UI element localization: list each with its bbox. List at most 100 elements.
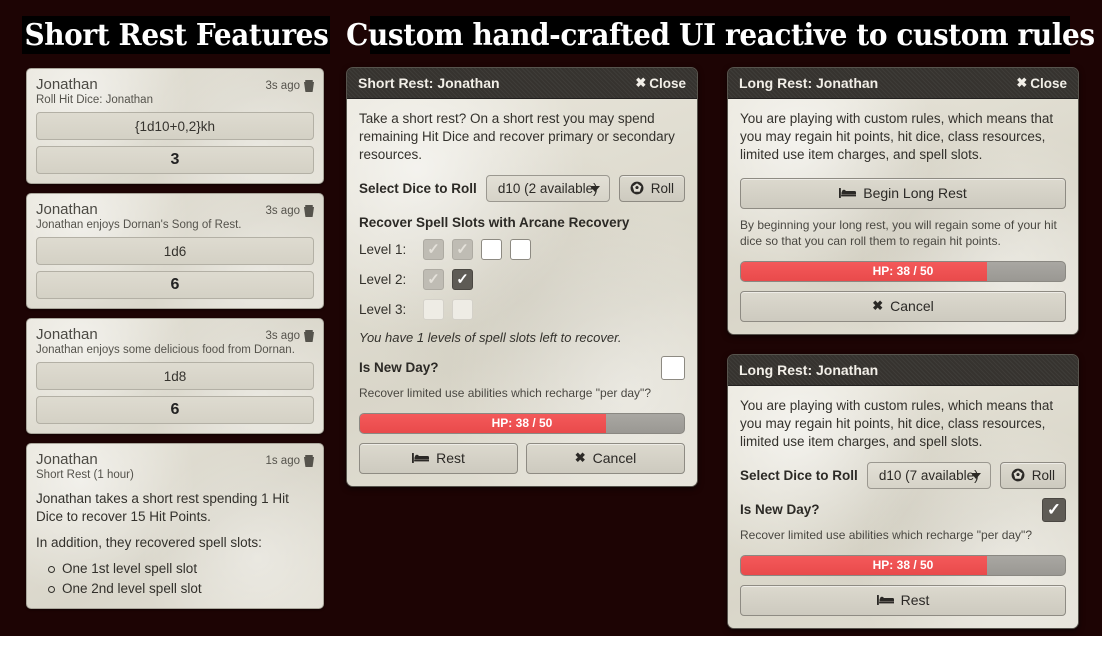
bed-icon: [412, 453, 430, 464]
slot-row-level-1: Level 1: ✓ ✓ ✓ ✓: [359, 238, 685, 260]
begin-long-rest-label: Begin Long Rest: [863, 185, 967, 202]
close-label: Close: [649, 75, 686, 91]
hp-bar: HP: 38 / 50: [740, 260, 1066, 282]
card-formula: 1d6: [36, 237, 314, 265]
card-timestamp: 3s ago: [265, 205, 300, 217]
new-day-row: Is New Day? ✓: [359, 355, 685, 380]
card-author: Jonathan: [36, 326, 98, 343]
new-day-row: Is New Day? ✓: [740, 497, 1066, 522]
close-icon: ✖: [1016, 75, 1028, 90]
begin-long-rest-row: Begin Long Rest: [740, 177, 1066, 209]
slot-row-label: Level 2:: [359, 271, 407, 287]
close-button[interactable]: ✖ Close: [1016, 75, 1067, 91]
card-timestamp: 1s ago: [265, 455, 300, 467]
slot-row-level-2: Level 2: ✓ ✓: [359, 268, 685, 290]
begin-long-rest-button[interactable]: Begin Long Rest: [740, 177, 1066, 209]
bed-icon: [839, 188, 857, 199]
feature-card: Jonathan 3s ago Jonathan enjoys some del…: [26, 318, 324, 434]
dialog-actions: Rest: [740, 584, 1066, 616]
close-label: Close: [1030, 75, 1067, 91]
dialog-body: You are playing with custom rules, which…: [728, 386, 1078, 628]
card-author: Jonathan: [36, 76, 98, 93]
new-day-checkbox[interactable]: ✓: [661, 355, 685, 380]
card-timestamp: 3s ago: [265, 330, 300, 342]
dice-select[interactable]: d10 (2 available): [485, 174, 610, 202]
card-meta: 1s ago: [265, 455, 314, 467]
cancel-button[interactable]: ✖ Cancel: [740, 290, 1066, 322]
new-day-note: Recover limited use abilities which rech…: [359, 385, 651, 400]
heading-right-text: Custom hand-crafted UI reactive to custo…: [345, 17, 1095, 53]
heading-left-text: Short Rest Features: [24, 17, 328, 53]
recovered-slot-list: One 1st level spell slot One 2nd level s…: [42, 559, 314, 598]
feature-card-list: Jonathan 3s ago Roll Hit Dice: Jonathan …: [26, 68, 324, 618]
dialog-titlebar: Long Rest: Jonathan: [728, 355, 1078, 386]
trash-icon[interactable]: [304, 205, 314, 217]
new-day-label: Is New Day?: [740, 502, 820, 518]
dialog-title: Short Rest: Jonathan: [358, 75, 500, 91]
card-header: Jonathan 3s ago: [36, 326, 314, 343]
roll-button[interactable]: Roll: [999, 461, 1066, 489]
card-header: Jonathan 3s ago: [36, 76, 314, 93]
card-timestamp: 3s ago: [265, 80, 300, 92]
card-result: 3: [36, 146, 314, 174]
rest-button[interactable]: Rest: [740, 584, 1066, 616]
cancel-button[interactable]: ✖ Cancel: [526, 442, 685, 474]
chevron-down-icon: [589, 186, 600, 193]
summary-paragraph-1: Jonathan takes a short rest spending 1 H…: [36, 491, 289, 524]
bed-icon: [876, 595, 894, 606]
spell-slot-checkbox[interactable]: ✓: [423, 268, 444, 290]
long-rest-roll-dialog: Long Rest: Jonathan You are playing with…: [727, 354, 1079, 629]
spell-slot-checkbox[interactable]: ✓: [452, 268, 473, 290]
card-header: Jonathan 3s ago: [36, 201, 314, 218]
dice-icon: [1011, 468, 1025, 482]
new-day-checkbox[interactable]: ✓: [1042, 497, 1066, 522]
dialog-actions: ✖ Cancel: [740, 290, 1066, 322]
slot-row-label: Level 1:: [359, 241, 407, 257]
rest-label: Rest: [900, 592, 930, 609]
roll-button[interactable]: Roll: [618, 174, 685, 202]
rest-button[interactable]: Rest: [359, 442, 518, 474]
card-meta: 3s ago: [265, 330, 314, 342]
long-rest-intro: You are playing with custom rules, which…: [740, 111, 1054, 162]
close-icon: ✖: [574, 450, 586, 466]
dice-select-label: Select Dice to Roll: [740, 467, 858, 483]
dice-select-value: d10 (2 available): [497, 180, 598, 196]
short-rest-summary-card: Jonathan 1s ago Short Rest (1 hour) Jona…: [26, 443, 324, 609]
close-button[interactable]: ✖ Close: [635, 75, 686, 91]
hp-bar-label: HP: 38 / 50: [872, 558, 934, 573]
summary-body: Jonathan takes a short rest spending 1 H…: [36, 490, 314, 599]
heading-short-rest-features: Short Rest Features: [22, 16, 330, 54]
spell-slot-checkbox[interactable]: ✓: [510, 238, 531, 260]
card-author: Jonathan: [36, 201, 98, 218]
close-icon: ✖: [635, 75, 647, 90]
trash-icon[interactable]: [304, 455, 314, 467]
slots-remaining-note: You have 1 levels of spell slots left to…: [359, 329, 622, 345]
list-item: One 1st level spell slot: [42, 559, 314, 579]
app-background: Short Rest Features Custom hand-crafted …: [0, 0, 1102, 636]
hp-bar: HP: 38 / 50: [740, 554, 1066, 576]
long-rest-begin-dialog: Long Rest: Jonathan ✖ Close You are play…: [727, 67, 1079, 335]
spell-slot-checkbox[interactable]: ✓: [481, 238, 502, 260]
card-subtitle: Short Rest (1 hour): [36, 469, 134, 481]
list-item: One 2nd level spell slot: [42, 579, 314, 599]
dice-icon: [630, 181, 644, 195]
dice-select-row: Select Dice to Roll d10 (2 available) Ro…: [359, 174, 685, 202]
card-meta: 3s ago: [265, 80, 314, 92]
trash-icon[interactable]: [304, 80, 314, 92]
card-result: 6: [36, 271, 314, 299]
short-rest-dialog: Short Rest: Jonathan ✖ Close Take a shor…: [346, 67, 698, 487]
cancel-label: Cancel: [890, 298, 934, 315]
short-rest-intro: Take a short rest? On a short rest you m…: [359, 111, 675, 162]
trash-icon[interactable]: [304, 330, 314, 342]
card-result: 6: [36, 396, 314, 424]
spell-slot-checkbox[interactable]: ✓: [423, 238, 444, 260]
hp-bar: HP: 38 / 50: [359, 412, 685, 434]
new-day-note: Recover limited use abilities which rech…: [740, 527, 1032, 542]
dice-select[interactable]: d10 (7 available): [866, 461, 991, 489]
spell-slot-checkbox: ✓: [423, 298, 444, 320]
spell-slot-checkbox[interactable]: ✓: [452, 238, 473, 260]
card-subtitle: Jonathan enjoys some delicious food from…: [36, 344, 295, 356]
feature-card: Jonathan 3s ago Jonathan enjoys Dornan's…: [26, 193, 324, 309]
chevron-down-icon: [970, 473, 981, 480]
card-formula: 1d8: [36, 362, 314, 390]
